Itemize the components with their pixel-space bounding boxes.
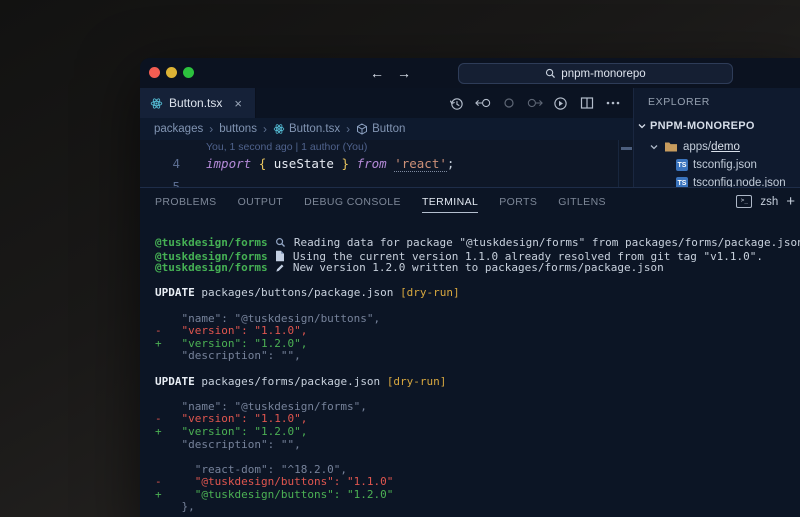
shell-label[interactable]: zsh	[760, 196, 778, 208]
terminal-line: UPDATE packages/forms/package.json [dry-…	[155, 376, 800, 389]
folder-icon	[664, 141, 678, 153]
panel-tab-gitlens[interactable]: GITLENS	[558, 191, 606, 212]
breadcrumb-item[interactable]: packages	[154, 123, 203, 135]
traffic-lights	[149, 67, 194, 78]
terminal-line: @tuskdesign/forms New version 1.2.0 writ…	[155, 262, 800, 275]
close-window-button[interactable]	[149, 67, 160, 78]
ts-icon: TS	[676, 159, 688, 171]
forward-button[interactable]: →	[397, 65, 411, 81]
terminal-line: "description": "",	[155, 350, 800, 363]
search-icon	[545, 68, 556, 79]
command-center-search[interactable]: pnpm-monorepo	[458, 63, 733, 84]
minimap-line-mark	[621, 147, 632, 150]
explorer-header: EXPLORER	[648, 96, 710, 108]
ts-icon: TS	[676, 177, 688, 187]
explorer-sidebar: EXPLORER PNPM-MONOREPO apps/demo TS tsconf…	[633, 88, 800, 187]
react-icon	[150, 97, 163, 110]
tab-title: Button.tsx	[169, 96, 222, 110]
back-button[interactable]: ←	[370, 65, 384, 81]
change-circle-icon[interactable]	[500, 95, 517, 112]
vscode-window: ← → pnpm-monorepo Button.tsx ×	[140, 58, 800, 517]
close-tab-icon[interactable]: ×	[234, 96, 242, 111]
breadcrumb-item[interactable]: Button.tsx	[273, 123, 340, 135]
folder-label: apps/demo	[683, 141, 740, 153]
file-label: tsconfig.node.json	[693, 177, 786, 187]
panel-tab-debug-console[interactable]: DEBUG CONSOLE	[304, 191, 401, 212]
terminal-line: @tuskdesign/forms Reading data for packa…	[155, 237, 800, 250]
chevron-down-icon	[649, 142, 659, 152]
editor-toolbar	[448, 88, 621, 118]
bottom-panel: PROBLEMS OUTPUT DEBUG CONSOLE TERMINAL PORTS…	[140, 187, 800, 517]
breadcrumb-separator: ›	[209, 122, 213, 136]
terminal-icon: >_	[736, 195, 752, 208]
minimize-window-button[interactable]	[166, 67, 177, 78]
code-editor[interactable]: You, 1 second ago | 1 author (You) 4 imp…	[140, 140, 633, 187]
next-change-icon[interactable]	[526, 95, 543, 112]
explorer-file-tsconfig.json[interactable]: TS tsconfig.json	[634, 156, 800, 174]
prev-change-icon[interactable]	[474, 95, 491, 112]
breadcrumb: packages › buttons › Button.tsx › Button	[140, 118, 633, 140]
titlebar[interactable]: ← → pnpm-monorepo	[140, 58, 800, 88]
explorer-folder-demo[interactable]: apps/demo	[634, 138, 800, 156]
line-number: 4	[140, 156, 180, 171]
new-terminal-button[interactable]: +	[786, 193, 795, 210]
file-label: tsconfig.json	[693, 159, 757, 171]
panel-tab-output[interactable]: OUTPUT	[238, 191, 284, 212]
gitlens-blame-annotation: You, 1 second ago | 1 author (You)	[206, 141, 367, 153]
terminal-output[interactable]: @tuskdesign/forms Reading data for packa…	[155, 237, 800, 514]
panel-tab-bar: PROBLEMS OUTPUT DEBUG CONSOLE TERMINAL PORTS…	[155, 188, 606, 215]
breadcrumb-item[interactable]: buttons	[219, 123, 257, 135]
terminal-line: },	[155, 501, 800, 514]
chevron-down-icon	[637, 121, 647, 131]
explorer-root-folder[interactable]: PNPM-MONOREPO	[637, 120, 755, 132]
minimap[interactable]	[618, 140, 633, 187]
more-actions-icon[interactable]	[604, 95, 621, 112]
breadcrumb-separator: ›	[263, 122, 267, 136]
desktop-background: ← → pnpm-monorepo Button.tsx ×	[0, 0, 800, 517]
explorer-file-tsconfig.node.json[interactable]: TS tsconfig.node.json	[634, 174, 800, 187]
breadcrumb-item[interactable]: Button	[356, 123, 405, 135]
symbol-cube-icon	[356, 123, 368, 135]
line-number-next: 5	[140, 179, 180, 187]
panel-tab-terminal[interactable]: TERMINAL	[422, 191, 478, 213]
editor-tab-bar: Button.tsx ×	[140, 88, 633, 118]
terminal-line: "description": "",	[155, 439, 800, 452]
panel-tab-ports[interactable]: PORTS	[499, 191, 537, 212]
terminal-line: UPDATE packages/buttons/package.json [dr…	[155, 287, 800, 300]
tab-button-tsx[interactable]: Button.tsx ×	[140, 88, 256, 118]
split-editor-icon[interactable]	[578, 95, 595, 112]
pencil-icon	[275, 263, 285, 277]
terminal-line: + "@tuskdesign/buttons": "1.2.0"	[155, 489, 800, 502]
run-icon[interactable]	[552, 95, 569, 112]
panel-tab-problems[interactable]: PROBLEMS	[155, 191, 217, 212]
code-line: import { useState } from 'react';	[206, 156, 454, 171]
timeline-icon[interactable]	[448, 95, 465, 112]
react-icon	[273, 123, 285, 135]
zoom-window-button[interactable]	[183, 67, 194, 78]
breadcrumb-separator: ›	[346, 122, 350, 136]
search-value: pnpm-monorepo	[561, 68, 645, 80]
